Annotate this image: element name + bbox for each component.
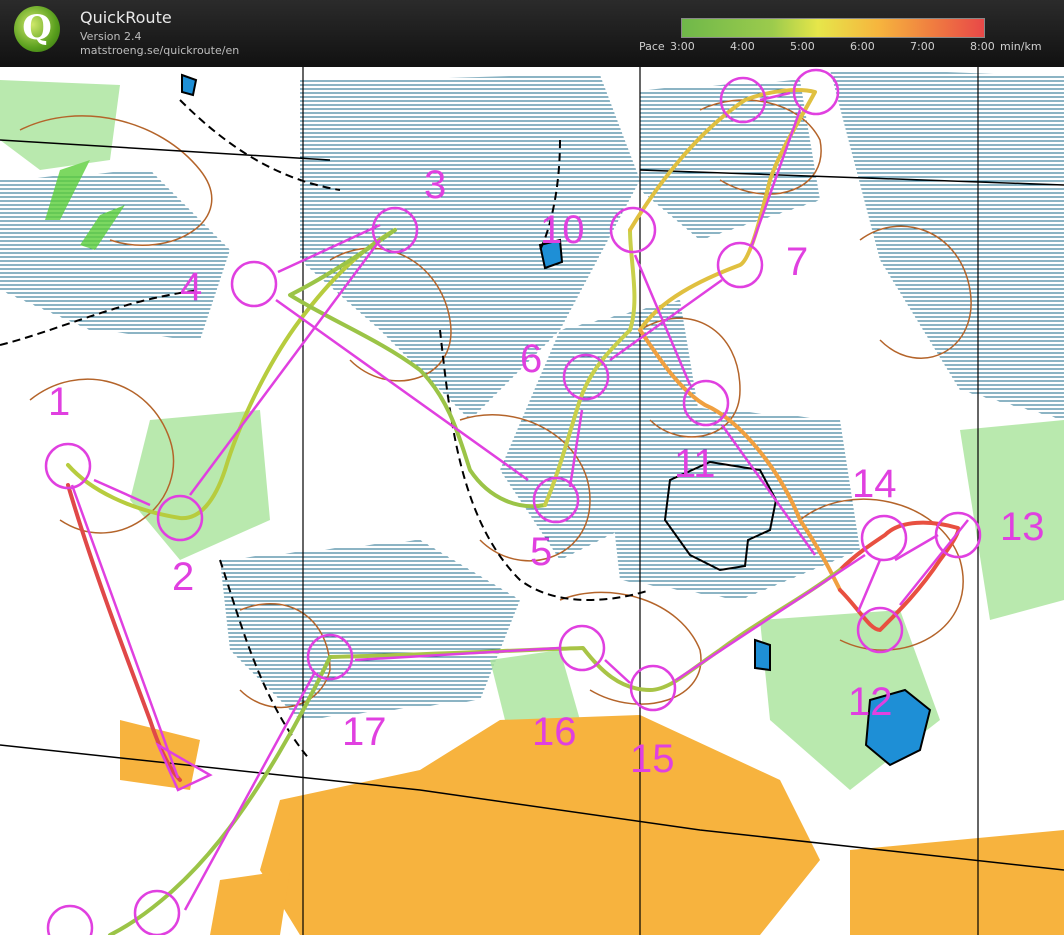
app-url: matstroeng.se/quickroute/en [80,44,240,57]
quickroute-logo-icon: Q [14,6,60,52]
control-label: 12 [848,680,893,724]
pace-tick-label: 6:00 [850,40,875,53]
control-label: 2 [172,555,194,599]
pace-tick-label: 5:00 [790,40,815,53]
control-label: 15 [630,737,675,781]
control-label: 6 [520,337,542,381]
control-label: 13 [1000,505,1045,549]
app-header: Q QuickRoute Version 2.4 matstroeng.se/q… [0,0,1064,67]
control-label: 14 [852,462,897,506]
control-label: 7 [786,240,808,284]
pace-tick-label: 4:00 [730,40,755,53]
control-label: 17 [342,710,387,754]
pace-tick-label: 8:00 [970,40,995,53]
control-label: 1 [48,380,70,424]
pace-tick-label: 7:00 [910,40,935,53]
pace-tick-label: 3:00 [670,40,695,53]
app-title: QuickRoute [80,8,172,27]
orienteering-map[interactable]: 1 2 3 4 5 6 7 10 11 12 13 14 15 16 17 [0,67,1064,935]
control-label: 4 [180,265,202,309]
control-label: 16 [532,710,577,754]
pace-color-scale [681,18,985,38]
control-label: 11 [674,442,716,486]
pace-unit-label: min/km [1000,40,1042,53]
pace-prefix-label: Pace [639,40,665,53]
app-version: Version 2.4 [80,30,142,43]
control-label: 5 [530,530,552,574]
control-label: 3 [424,163,446,207]
control-label: 10 [540,208,585,252]
